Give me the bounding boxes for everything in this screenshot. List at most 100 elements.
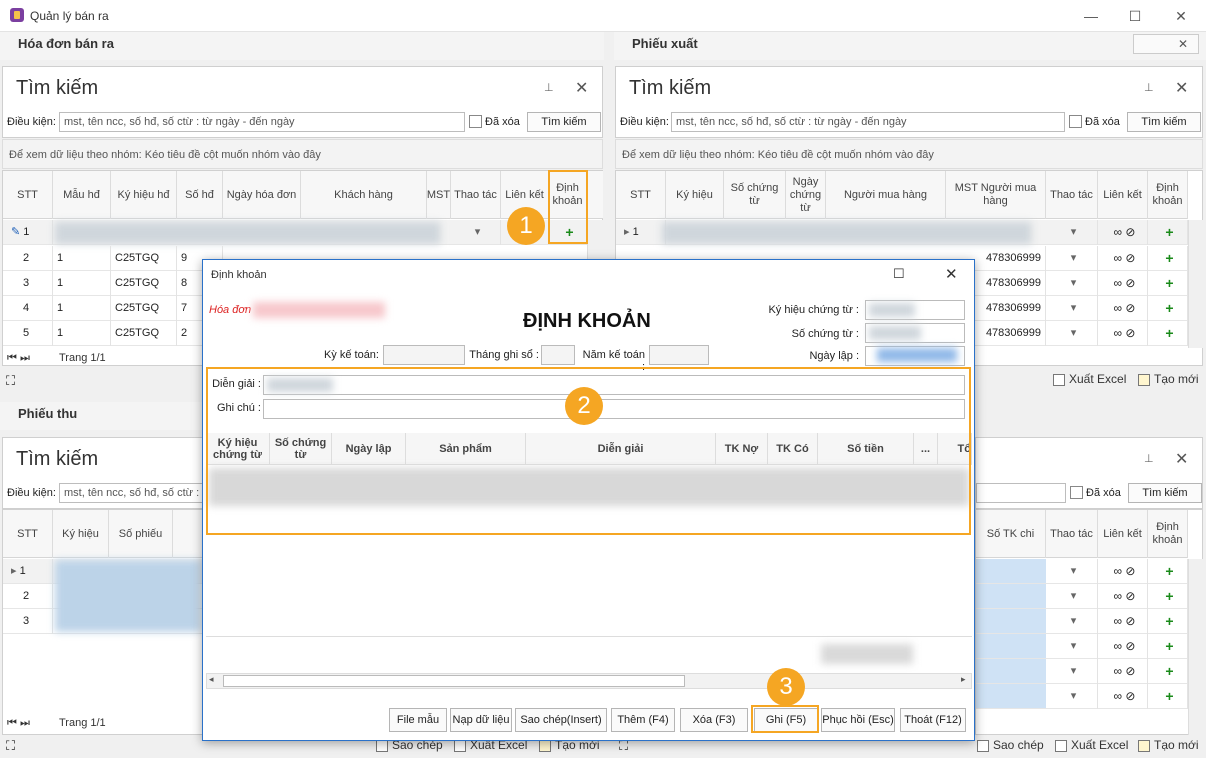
search-input[interactable]: mst, tên ncc, số hđ, số ctừ : từ ngày - … bbox=[59, 483, 209, 503]
col-ngaychungtu[interactable]: Ngày chứng từ bbox=[786, 171, 826, 219]
dinhkhoan-plus-icon[interactable]: + bbox=[1148, 684, 1188, 709]
export-excel-button[interactable]: Xuất Excel bbox=[1055, 738, 1128, 752]
nam-ke-toan-input[interactable] bbox=[649, 345, 709, 365]
pager-nav-icon[interactable]: ⏮ ⏭ bbox=[7, 352, 30, 365]
dinhkhoan-plus-icon[interactable]: + bbox=[1148, 584, 1188, 609]
vertical-scrollbar[interactable] bbox=[1188, 220, 1204, 348]
col-sochungtu[interactable]: Số chứng từ bbox=[724, 171, 786, 219]
col-mst[interactable]: MST bbox=[427, 171, 451, 219]
scroll-left-icon[interactable]: ◂ bbox=[209, 674, 214, 685]
dinhkhoan-plus-icon[interactable]: + bbox=[1148, 271, 1188, 296]
col-sotkchi[interactable]: Số TK chi bbox=[976, 510, 1046, 558]
link-icon[interactable]: ∞ ⊘ bbox=[1098, 220, 1148, 245]
col-so[interactable]: Số hđ bbox=[177, 171, 223, 219]
phuc-hoi-button[interactable]: Phục hồi (Esc) bbox=[821, 708, 895, 732]
thang-ghi-so-input[interactable] bbox=[541, 345, 575, 365]
link-icon[interactable]: ∞ ⊘ bbox=[1098, 584, 1148, 609]
sao-chep-button[interactable]: Sao chép(Insert) bbox=[515, 708, 607, 732]
export-excel-button[interactable]: Xuất Excel bbox=[1053, 372, 1126, 386]
minimize-button[interactable]: — bbox=[1068, 0, 1114, 32]
dialog-maximize-button[interactable]: ☐ bbox=[893, 266, 905, 282]
col-ngay[interactable]: Ngày hóa đơn bbox=[223, 171, 301, 219]
search-button[interactable]: Tìm kiếm bbox=[1127, 112, 1201, 132]
dinhkhoan-plus-icon[interactable]: + bbox=[1148, 559, 1188, 584]
link-icon[interactable]: ∞ ⊘ bbox=[1098, 321, 1148, 346]
new-button[interactable]: Tạo mới bbox=[1138, 372, 1199, 386]
col-sophieu[interactable]: Số phiếu bbox=[109, 510, 173, 558]
col-dinhkhoan[interactable]: Định khoản bbox=[1148, 171, 1188, 219]
pin-icon[interactable]: ⊥ bbox=[544, 81, 554, 94]
link-icon[interactable]: ∞ ⊘ bbox=[1098, 271, 1148, 296]
ky-ke-toan-input[interactable] bbox=[383, 345, 465, 365]
horizontal-scrollbar[interactable]: ◂ ▸ bbox=[206, 673, 972, 689]
col-kyhieu[interactable]: Ký hiệu bbox=[666, 171, 724, 219]
col-mst-nguoimua[interactable]: MST Người mua hàng bbox=[946, 171, 1046, 219]
table-row[interactable]: ▾ ∞ ⊘ + bbox=[976, 609, 1188, 634]
table-row[interactable]: ▸ 1 ▾ ∞ ⊘ + bbox=[616, 220, 1188, 245]
col-mau[interactable]: Mẫu hđ bbox=[53, 171, 111, 219]
table-row[interactable]: ▾ ∞ ⊘ + bbox=[976, 584, 1188, 609]
search-input[interactable]: mst, tên ncc, số hđ, số ctừ : từ ngày - … bbox=[671, 112, 1065, 132]
dinhkhoan-plus-icon[interactable]: + bbox=[1148, 246, 1188, 271]
close-icon[interactable]: ✕ bbox=[575, 78, 588, 98]
dinhkhoan-plus-icon[interactable]: + bbox=[1148, 296, 1188, 321]
dinhkhoan-plus-icon[interactable]: + bbox=[1148, 609, 1188, 634]
maximize-button[interactable]: ☐ bbox=[1112, 0, 1158, 32]
table-row[interactable]: ▾ ∞ ⊘ + bbox=[976, 634, 1188, 659]
file-mau-button[interactable]: File mẫu bbox=[389, 708, 447, 732]
scroll-right-icon[interactable]: ▸ bbox=[961, 674, 966, 685]
col-stt[interactable]: STT bbox=[3, 171, 53, 219]
dinhkhoan-plus-icon[interactable]: + bbox=[1148, 220, 1188, 245]
table-row[interactable]: ▾ ∞ ⊘ + bbox=[976, 659, 1188, 684]
col-kyhieu[interactable]: Ký hiệu hđ bbox=[111, 171, 177, 219]
col-khach[interactable]: Khách hàng bbox=[301, 171, 427, 219]
col-stt[interactable]: STT bbox=[616, 171, 666, 219]
link-icon[interactable]: ∞ ⊘ bbox=[1098, 684, 1148, 709]
pin-icon[interactable]: ⊥ bbox=[1144, 452, 1154, 465]
vertical-scrollbar[interactable] bbox=[1188, 559, 1204, 735]
table-row[interactable]: ▾ ∞ ⊘ + bbox=[976, 559, 1188, 584]
close-window-button[interactable]: ✕ bbox=[1158, 0, 1204, 32]
link-icon[interactable]: ∞ ⊘ bbox=[1098, 559, 1148, 584]
search-input[interactable]: mst, tên ncc, số hđ, số ctừ : từ ngày - … bbox=[59, 112, 465, 132]
col-nguoimua[interactable]: Người mua hàng bbox=[826, 171, 946, 219]
dinhkhoan-plus-icon[interactable]: + bbox=[1148, 321, 1188, 346]
search-button[interactable]: Tìm kiếm bbox=[1128, 483, 1202, 503]
thoat-button[interactable]: Thoát (F12) bbox=[900, 708, 966, 732]
new-button[interactable]: Tạo mới bbox=[1138, 738, 1199, 752]
col-dinhkhoan[interactable]: Định khoản bbox=[1148, 510, 1188, 558]
them-button[interactable]: Thêm (F4) bbox=[611, 708, 675, 732]
copy-button[interactable]: Sao chép bbox=[977, 738, 1044, 752]
pin-icon[interactable]: ⊥ bbox=[1144, 81, 1154, 94]
search-input[interactable] bbox=[976, 483, 1066, 503]
col-lienket[interactable]: Liên kết bbox=[1098, 171, 1148, 219]
col-thaotac[interactable]: Thao tác bbox=[1046, 171, 1098, 219]
table-row[interactable]: ▾ ∞ ⊘ + bbox=[976, 684, 1188, 709]
pager-nav-icon[interactable]: ⏮ ⏭ bbox=[7, 717, 30, 730]
col-stt[interactable]: STT bbox=[3, 510, 53, 558]
link-icon[interactable]: ∞ ⊘ bbox=[1098, 296, 1148, 321]
dialog-close-button[interactable]: ✕ bbox=[945, 265, 958, 283]
col-thaotac[interactable]: Thao tác bbox=[451, 171, 501, 219]
close-icon[interactable]: ✕ bbox=[1175, 449, 1188, 469]
col-kyhieu[interactable]: Ký hiệu bbox=[53, 510, 109, 558]
xoa-button[interactable]: Xóa (F3) bbox=[680, 708, 748, 732]
search-button[interactable]: Tìm kiếm bbox=[527, 112, 601, 132]
link-icon[interactable]: ∞ ⊘ bbox=[1098, 609, 1148, 634]
link-icon[interactable]: ∞ ⊘ bbox=[1098, 659, 1148, 684]
deleted-checkbox[interactable] bbox=[1069, 115, 1082, 128]
nap-du-lieu-button[interactable]: Nạp dữ liệu bbox=[450, 708, 512, 732]
col-thaotac[interactable]: Thao tác bbox=[1046, 510, 1098, 558]
fit-icon[interactable]: ⛶ bbox=[6, 738, 15, 754]
deleted-checkbox[interactable] bbox=[1070, 486, 1083, 499]
dinhkhoan-plus-icon[interactable]: + bbox=[1148, 659, 1188, 684]
link-icon[interactable]: ∞ ⊘ bbox=[1098, 246, 1148, 271]
export-close-icon[interactable]: ✕ bbox=[1133, 34, 1199, 54]
link-icon[interactable]: ∞ ⊘ bbox=[1098, 634, 1148, 659]
deleted-checkbox[interactable] bbox=[469, 115, 482, 128]
fit-icon[interactable]: ⛶ bbox=[6, 373, 15, 389]
close-icon[interactable]: ✕ bbox=[1175, 78, 1188, 98]
table-row[interactable]: ✎ 1 ▾ + bbox=[3, 220, 587, 245]
col-lienket[interactable]: Liên kết bbox=[1098, 510, 1148, 558]
dinhkhoan-plus-icon[interactable]: + bbox=[1148, 634, 1188, 659]
